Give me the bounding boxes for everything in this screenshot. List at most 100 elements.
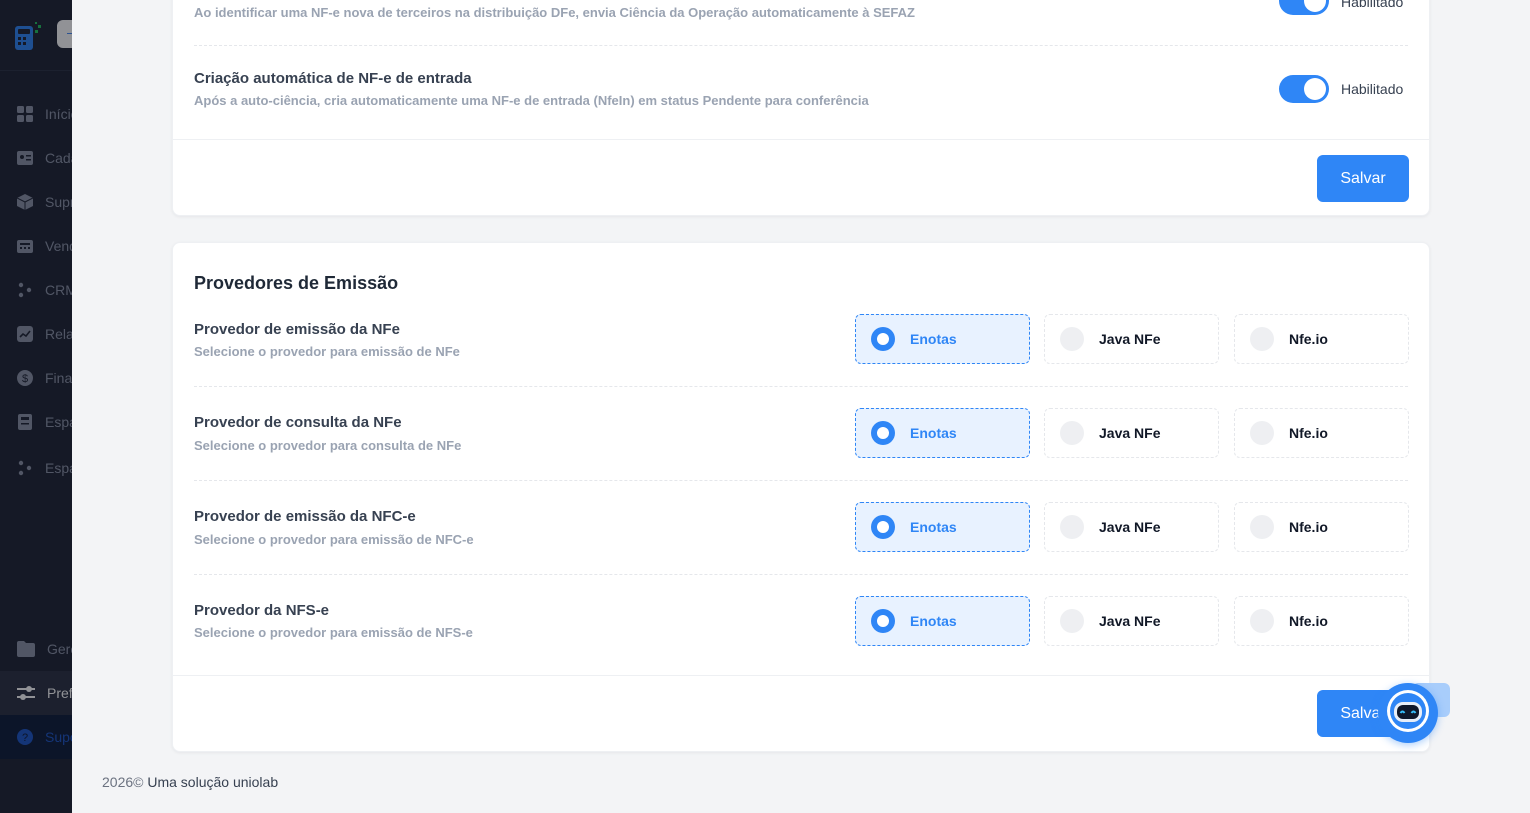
folder-icon [17,640,35,658]
auto-ciencia-toggle[interactable] [1279,0,1329,15]
option-nfe-io[interactable]: Nfe.io [1234,408,1409,458]
radio-icon [1060,421,1084,445]
option-label: Java NFe [1099,613,1161,629]
option-label: Nfe.io [1289,519,1328,535]
main-content: Ao identificar uma NF-e nova de terceiro… [72,0,1530,813]
option-nfe-io[interactable]: Nfe.io [1234,502,1409,552]
sidebar-item-espacos[interactable]: Espaços [0,400,72,444]
sidebar-item-label: Suprimentos [45,194,72,210]
cash-register-icon [17,237,33,255]
card-footer-divider [173,139,1429,140]
option-java-nfe[interactable]: Java NFe [1044,502,1219,552]
auto-criacao-toggle[interactable] [1279,75,1329,103]
sidebar-item-relatorios[interactable]: Relatórios [0,312,72,356]
option-java-nfe[interactable]: Java NFe [1044,596,1219,646]
grid-icon [17,105,33,123]
radio-icon [1250,609,1274,633]
sidebar-item-label: Espaços [45,460,72,476]
option-enotas[interactable]: Enotas [855,502,1030,552]
provider-row-title: Provedor de consulta da NFe [194,414,402,431]
provider-row-title: Provedor da NFS-e [194,602,330,619]
option-label: Enotas [910,425,957,441]
page-footer: 2026© Uma solução uniolab [102,774,278,790]
option-enotas[interactable]: Enotas [855,408,1030,458]
radio-icon [1060,327,1084,351]
provider-row-title: Provedor de emissão da NFe [194,321,400,338]
sliders-icon [17,684,35,702]
option-label: Enotas [910,331,957,347]
radio-selected-icon [871,515,895,539]
footer-text: Uma solução uniolab [147,774,279,790]
sidebar-item-label: Financeiro [45,370,72,386]
footer-year: 2026© [102,774,144,790]
sidebar-item-label: Vendas [45,238,72,254]
sidebar-item-label: Relatórios [45,326,72,342]
option-label: Nfe.io [1289,613,1328,629]
option-label: Java NFe [1099,331,1161,347]
option-enotas[interactable]: Enotas [855,314,1030,364]
sidebar-item-vendas[interactable]: Vendas [0,224,72,268]
provider-row-title: Provedor de emissão da NFC-e [194,508,416,525]
option-label: Nfe.io [1289,331,1328,347]
users-icon [17,281,33,299]
sidebar-item-suporte[interactable]: ? Suporte [0,715,72,759]
id-card-icon [17,149,33,167]
row-divider [194,45,1408,46]
row-divider [194,480,1408,481]
sidebar-item-espacos-2[interactable]: Espaços [0,446,72,490]
sidebar-item-gerenciador[interactable]: Gerenciador [0,627,72,671]
option-java-nfe[interactable]: Java NFe [1044,314,1219,364]
radio-icon [1250,327,1274,351]
provider-row-subtitle: Selecione o provedor para emissão de NFC… [194,532,474,547]
dollar-icon: $ [17,369,33,387]
auto-ciencia-status: Habilitado [1341,0,1404,10]
sidebar: – Início Cadastros Suprimentos Vendas CR… [0,0,72,813]
option-label: Java NFe [1099,519,1161,535]
auto-criacao-subtitle: Após a auto-ciência, cria automaticament… [194,93,869,108]
people-icon [17,459,33,477]
app-logo-icon[interactable] [14,22,42,52]
option-label: Nfe.io [1289,425,1328,441]
sidebar-item-suprimentos[interactable]: Suprimentos [0,180,72,224]
robot-icon [1386,689,1430,738]
sidebar-item-crm[interactable]: CRM [0,268,72,312]
dfe-settings-card: Ao identificar uma NF-e nova de terceiro… [172,0,1430,216]
radio-icon [1060,609,1084,633]
radio-selected-icon [871,609,895,633]
radio-icon [1060,515,1084,539]
sidebar-collapse-button[interactable]: – [57,20,72,48]
option-label: Enotas [910,613,957,629]
option-java-nfe[interactable]: Java NFe [1044,408,1219,458]
auto-criacao-title: Criação automática de NF-e de entrada [194,70,472,87]
sidebar-item-cadastros[interactable]: Cadastros [0,136,72,180]
sidebar-item-label: Preferências [47,685,72,701]
card-footer-divider [173,675,1429,676]
sidebar-item-label: Suporte [45,729,72,745]
sidebar-divider [0,70,72,71]
sidebar-item-label: Gerenciador [47,641,72,657]
save-button[interactable]: Salvar [1317,155,1409,202]
sidebar-item-financeiro[interactable]: $ Financeiro [0,356,72,400]
chat-bot-button[interactable] [1378,683,1438,743]
option-enotas[interactable]: Enotas [855,596,1030,646]
sidebar-item-label: CRM [45,282,72,298]
sidebar-item-label: Espaços [45,414,72,430]
svg-text:?: ? [22,732,28,744]
row-divider [194,574,1408,575]
sidebar-item-inicio[interactable]: Início [0,92,72,136]
sidebar-item-label: Início [45,106,72,122]
auto-ciencia-subtitle: Ao identificar uma NF-e nova de terceiro… [194,5,915,20]
radio-selected-icon [871,421,895,445]
radio-selected-icon [871,327,895,351]
row-divider [194,386,1408,387]
svg-text:$: $ [22,373,28,385]
section-title: Provedores de Emissão [194,273,399,293]
option-nfe-io[interactable]: Nfe.io [1234,314,1409,364]
option-nfe-io[interactable]: Nfe.io [1234,596,1409,646]
provider-row-subtitle: Selecione o provedor para consulta de NF… [194,438,462,453]
calculator-icon [17,413,33,431]
box-icon [17,193,33,211]
sidebar-item-preferencias[interactable]: Preferências [0,671,72,715]
option-label: Java NFe [1099,425,1161,441]
radio-icon [1250,421,1274,445]
